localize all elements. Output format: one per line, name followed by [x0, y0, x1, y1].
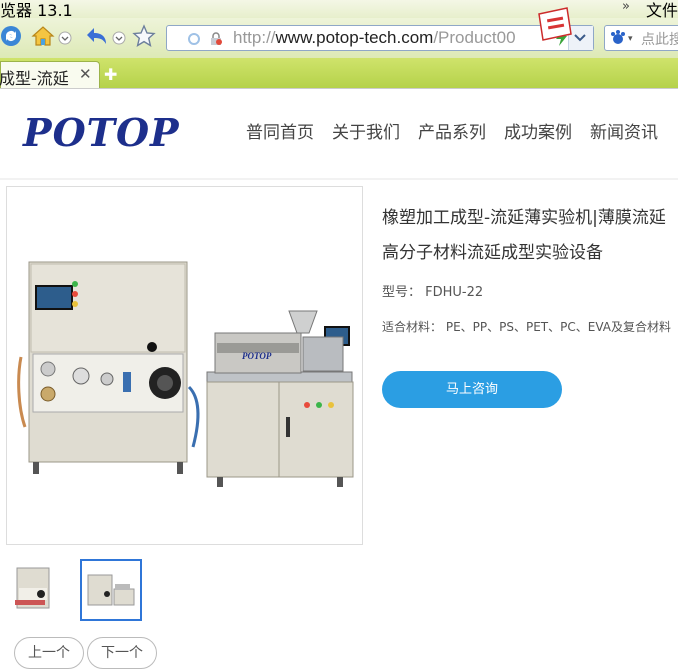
model-value: FDHU-22	[425, 285, 484, 300]
product-main-image[interactable]: POTOP	[6, 186, 363, 545]
product-title: 橡塑加工成型-流延薄实验机|薄膜流延 高分子材料流延成型实验设备	[382, 201, 666, 271]
new-tab-icon[interactable]: ✚	[104, 65, 117, 84]
materials-value: PE、PP、PS、PET、PC、EVA及复合材料	[445, 320, 671, 334]
nav-cases[interactable]: 成功案例	[504, 123, 572, 143]
site-logo[interactable]: POTOP	[23, 110, 180, 155]
refresh-icon[interactable]	[0, 23, 24, 49]
home-dropdown-icon[interactable]	[58, 30, 72, 45]
machine-brand-plate: POTOP	[242, 351, 272, 361]
security-lock-icon[interactable]	[209, 31, 223, 50]
nav-home[interactable]: 普同首页	[246, 123, 314, 143]
search-engine-icon[interactable]	[609, 29, 627, 51]
search-input[interactable]: 点此搜	[641, 29, 678, 49]
casting-machine-illustration: POTOP	[17, 261, 354, 487]
address-url[interactable]: http://www.potop-tech.com/Product00	[233, 28, 516, 48]
close-icon[interactable]: ✕	[79, 65, 92, 83]
materials-label: 适合材料：	[382, 320, 443, 334]
prev-button[interactable]: 上一个	[14, 637, 84, 669]
search-box[interactable]: ▾ 点此搜	[604, 25, 678, 51]
header-divider	[0, 178, 678, 180]
product-model: 型号： FDHU-22	[382, 281, 483, 300]
consult-button[interactable]: 马上咨询	[382, 371, 562, 408]
chrome-divider	[0, 88, 678, 89]
thumbnail-2-selected[interactable]	[80, 559, 142, 621]
chevron-more-icon[interactable]: »	[622, 0, 630, 14]
address-bar[interactable]: http://www.potop-tech.com/Product00	[166, 25, 594, 51]
page-icon	[187, 31, 201, 50]
thumbnail-1[interactable]	[6, 559, 68, 621]
main-nav: 普同首页 关于我们 产品系列 成功案例 新闻资讯	[246, 118, 676, 143]
product-title-line-1: 橡塑加工成型-流延薄实验机|薄膜流延	[382, 208, 666, 228]
favorite-star-icon[interactable]	[131, 23, 157, 49]
tab-active[interactable]: 成型-流延 ✕	[0, 61, 100, 89]
search-engine-dropdown-icon[interactable]: ▾	[628, 34, 633, 44]
nav-products[interactable]: 产品系列	[418, 123, 486, 143]
back-icon[interactable]	[84, 23, 110, 49]
tab-strip: 成型-流延 ✕ ✚	[0, 58, 678, 89]
next-button[interactable]: 下一个	[87, 637, 157, 669]
nav-news[interactable]: 新闻资讯	[590, 123, 658, 143]
product-materials: 适合材料： PE、PP、PS、PET、PC、EVA及复合材料	[382, 318, 671, 335]
tab-title: 成型-流延	[0, 69, 69, 88]
history-dropdown-icon[interactable]	[112, 30, 126, 45]
product-title-line-2: 高分子材料流延成型实验设备	[382, 243, 603, 263]
browser-toolbar: http://www.potop-tech.com/Product00 ▾ 点此…	[0, 7, 678, 59]
model-label: 型号：	[382, 285, 422, 300]
home-icon[interactable]	[30, 23, 56, 49]
menu-badge-icon[interactable]	[533, 6, 577, 48]
nav-about[interactable]: 关于我们	[332, 123, 400, 143]
